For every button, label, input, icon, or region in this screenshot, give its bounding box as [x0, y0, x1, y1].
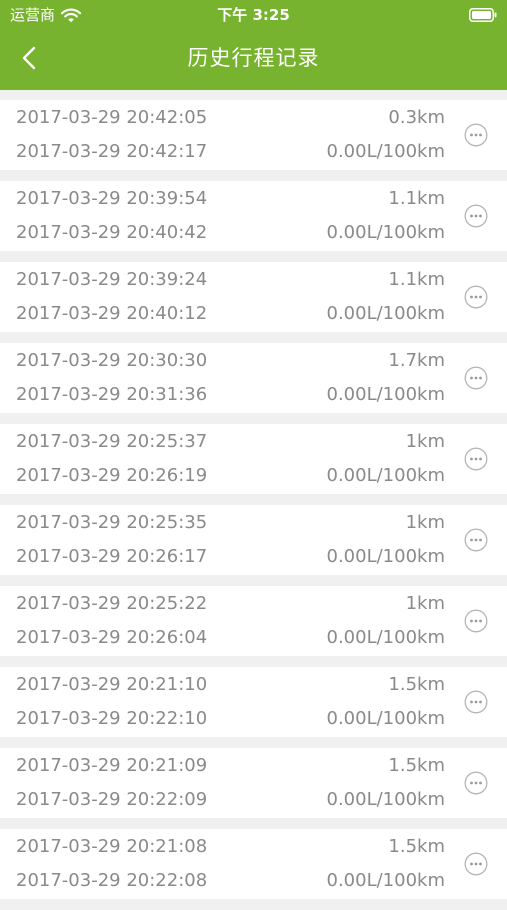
trip-start-time: 2017-03-29 20:21:09	[16, 755, 208, 776]
app-header: 运营商 下午 3:25 历史行程记录	[0, 0, 507, 90]
trip-distance: 0.3km	[388, 107, 445, 128]
trip-row[interactable]: 2017-03-29 20:21:09 2017-03-29 20:22:09 1.…	[0, 748, 507, 818]
more-options-icon	[464, 204, 488, 228]
more-options-button[interactable]	[464, 609, 488, 633]
trip-end-time: 2017-03-29 20:22:10	[16, 708, 208, 729]
trip-start-time: 2017-03-29 20:39:54	[16, 188, 208, 209]
status-bar: 运营商 下午 3:25	[0, 0, 507, 30]
more-options-button[interactable]	[464, 771, 488, 795]
trip-start-time: 2017-03-29 20:25:37	[16, 431, 208, 452]
trip-row[interactable]: 2017-03-29 20:21:08 2017-03-29 20:22:08 1.…	[0, 829, 507, 899]
more-options-button[interactable]	[464, 366, 488, 390]
trip-start-time: 2017-03-29 20:25:22	[16, 593, 208, 614]
trip-fuel-consumption: 0.00L/100km	[326, 303, 446, 324]
trip-list: 2017-03-29 20:42:05 2017-03-29 20:42:17 0.…	[0, 100, 507, 910]
trip-row[interactable]: 2017-03-29 20:39:24 2017-03-29 20:40:12 1.…	[0, 262, 507, 332]
trip-distance: 1km	[405, 512, 445, 533]
trip-fuel-consumption: 0.00L/100km	[326, 465, 446, 486]
more-options-button[interactable]	[464, 204, 488, 228]
more-options-icon	[464, 528, 488, 552]
more-options-icon	[464, 609, 488, 633]
nav-bar: 历史行程记录	[0, 30, 507, 88]
trip-end-time: 2017-03-29 20:40:12	[16, 303, 208, 324]
trip-end-time: 2017-03-29 20:22:09	[16, 789, 208, 810]
trip-end-time: 2017-03-29 20:26:04	[16, 627, 208, 648]
trip-fuel-consumption: 0.00L/100km	[326, 384, 446, 405]
trip-distance: 1.5km	[388, 836, 445, 857]
page-title: 历史行程记录	[187, 46, 320, 70]
trip-start-time: 2017-03-29 20:21:10	[16, 674, 208, 695]
trip-fuel-consumption: 0.00L/100km	[326, 627, 446, 648]
more-options-icon	[464, 447, 488, 471]
more-options-button[interactable]	[464, 447, 488, 471]
trip-start-time: 2017-03-29 20:25:35	[16, 512, 208, 533]
status-time: 下午 3:25	[217, 6, 290, 24]
trip-distance: 1.1km	[388, 188, 445, 209]
trip-fuel-consumption: 0.00L/100km	[326, 870, 446, 891]
trip-end-time: 2017-03-29 20:26:17	[16, 546, 208, 567]
trip-start-time: 2017-03-29 20:30:30	[16, 350, 208, 371]
trip-start-time: 2017-03-29 20:21:08	[16, 836, 208, 857]
more-options-icon	[464, 123, 488, 147]
trip-fuel-consumption: 0.00L/100km	[326, 141, 446, 162]
trip-fuel-consumption: 0.00L/100km	[326, 222, 446, 243]
more-options-icon	[464, 285, 488, 309]
trip-row[interactable]: 2017-03-29 20:25:22 2017-03-29 20:26:04 1k…	[0, 586, 507, 656]
trip-fuel-consumption: 0.00L/100km	[326, 708, 446, 729]
trip-end-time: 2017-03-29 20:22:08	[16, 870, 208, 891]
more-options-icon	[464, 366, 488, 390]
trip-end-time: 2017-03-29 20:26:19	[16, 465, 208, 486]
trip-fuel-consumption: 0.00L/100km	[326, 789, 446, 810]
trip-end-time: 2017-03-29 20:31:36	[16, 384, 208, 405]
more-options-icon	[464, 852, 488, 876]
trip-start-time: 2017-03-29 20:39:24	[16, 269, 208, 290]
trip-row[interactable]: 2017-03-29 20:30:30 2017-03-29 20:31:36 1.…	[0, 343, 507, 413]
trip-fuel-consumption: 0.00L/100km	[326, 546, 446, 567]
trip-row[interactable]: 2017-03-29 20:25:35 2017-03-29 20:26:17 1k…	[0, 505, 507, 575]
trip-row[interactable]: 2017-03-29 20:21:10 2017-03-29 20:22:10 1.…	[0, 667, 507, 737]
more-options-icon	[464, 771, 488, 795]
trip-distance: 1km	[405, 431, 445, 452]
more-options-button[interactable]	[464, 123, 488, 147]
more-options-button[interactable]	[464, 285, 488, 309]
more-options-button[interactable]	[464, 852, 488, 876]
trip-end-time: 2017-03-29 20:40:42	[16, 222, 208, 243]
trip-distance: 1.7km	[388, 350, 445, 371]
trip-distance: 1.1km	[388, 269, 445, 290]
trip-row[interactable]: 2017-03-29 20:25:37 2017-03-29 20:26:19 1k…	[0, 424, 507, 494]
battery-icon	[469, 7, 497, 22]
more-options-button[interactable]	[464, 690, 488, 714]
more-options-icon	[464, 690, 488, 714]
trip-distance: 1.5km	[388, 755, 445, 776]
trip-end-time: 2017-03-29 20:42:17	[16, 141, 208, 162]
trip-distance: 1.5km	[388, 674, 445, 695]
trip-row[interactable]: 2017-03-29 20:39:54 2017-03-29 20:40:42 1.…	[0, 181, 507, 251]
trip-distance: 1km	[405, 593, 445, 614]
trip-row[interactable]: 2017-03-29 20:42:05 2017-03-29 20:42:17 0.…	[0, 100, 507, 170]
more-options-button[interactable]	[464, 528, 488, 552]
trip-start-time: 2017-03-29 20:42:05	[16, 107, 208, 128]
